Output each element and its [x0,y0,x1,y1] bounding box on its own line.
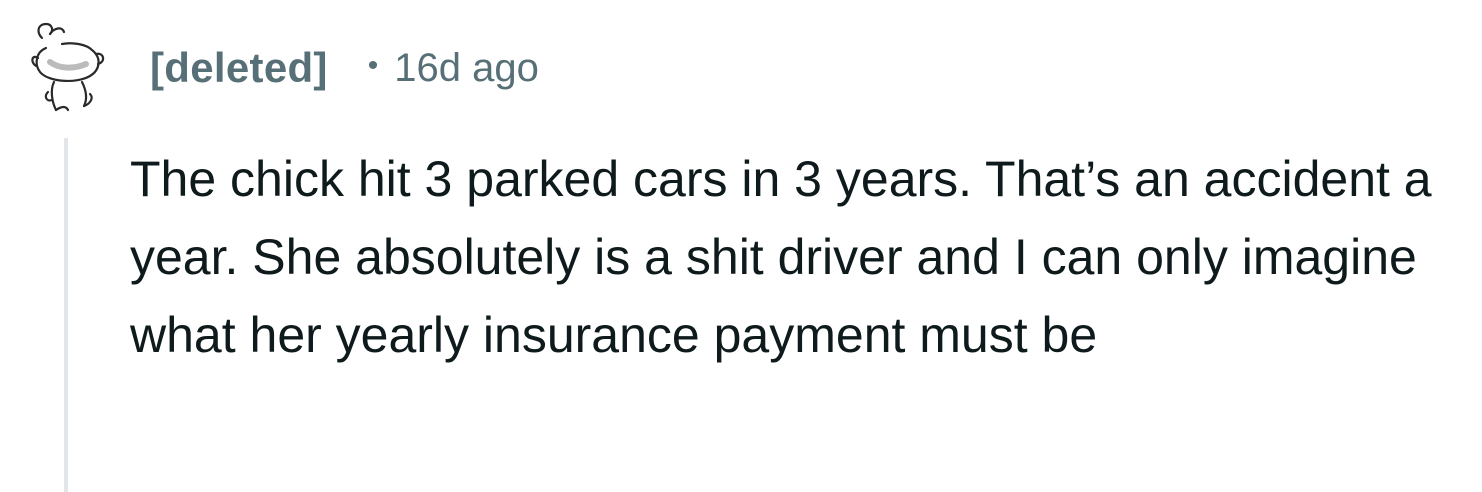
comment-body: The chick hit 3 parked cars in 3 years. … [130,151,1432,363]
thread-collapse-line[interactable] [64,138,68,492]
comment: [deleted] • 16d ago The chick hit 3 park… [0,0,1482,492]
separator-dot: • [367,49,379,82]
comment-header: [deleted] • 16d ago [150,40,539,96]
timestamp-link[interactable]: 16d ago [394,46,539,91]
deleted-user-avatar-icon[interactable] [28,14,108,114]
username-link[interactable]: [deleted] [150,44,328,92]
